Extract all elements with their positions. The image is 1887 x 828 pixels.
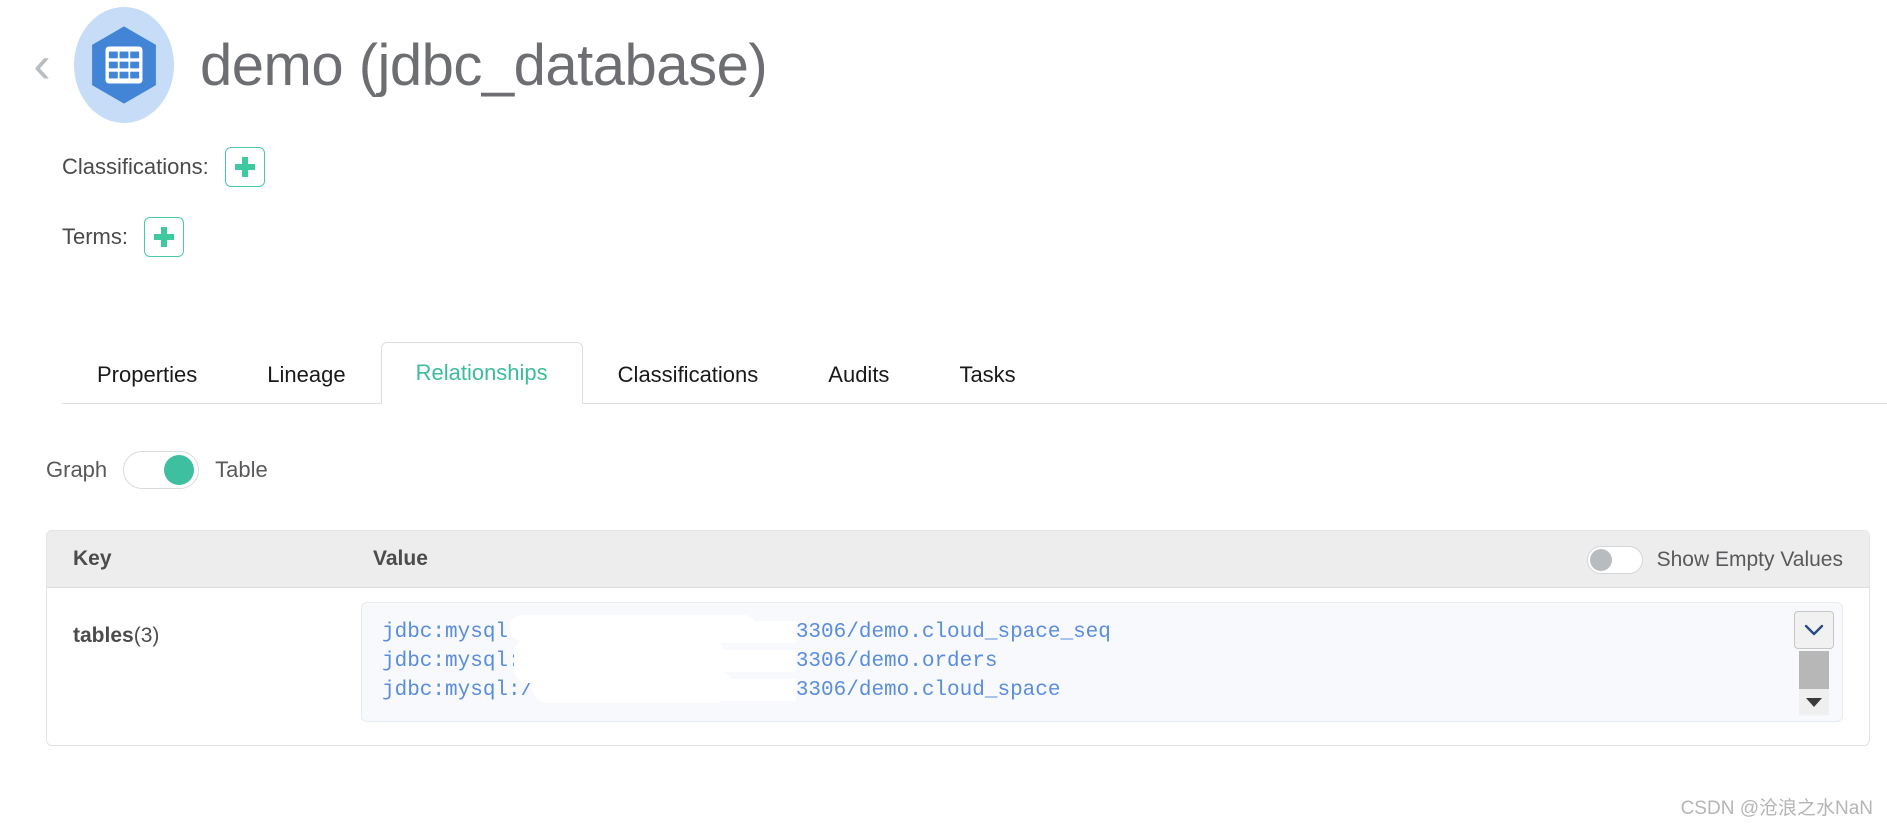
- tab-lineage[interactable]: Lineage: [232, 345, 380, 403]
- plus-icon: [234, 157, 255, 177]
- table-row: tables(3) jdbc:mysql:// 3306/demo.cloud_s…: [46, 588, 1870, 746]
- graph-table-switch: Graph Table: [46, 448, 268, 492]
- list-item[interactable]: jdbc:mysql:// 3306/demo.cloud_space_seq: [382, 617, 1111, 647]
- entity-icon: [66, 7, 182, 123]
- tab-relationships[interactable]: Relationships: [380, 342, 583, 404]
- link-suffix: 3306/demo.orders: [795, 649, 998, 673]
- show-empty-values-control: Show Empty Values: [1586, 531, 1843, 588]
- redacted-host: [545, 621, 796, 643]
- list-item[interactable]: jdbc:mysql:// 3306/demo.orders: [382, 646, 997, 676]
- watermark: CSDN @沧浪之水NaN: [1680, 798, 1873, 819]
- row-key-tables: tables(3): [73, 624, 159, 648]
- triangle-down-icon: [1806, 697, 1822, 707]
- scrollbar-thumb[interactable]: [1799, 651, 1829, 689]
- graph-view-label[interactable]: Graph: [46, 457, 107, 483]
- redacted-host: [545, 679, 796, 701]
- terms-label: Terms:: [62, 224, 128, 249]
- redacted-host: [545, 650, 796, 672]
- link-prefix: jdbc:mysql://: [382, 649, 546, 673]
- show-empty-values-toggle[interactable]: [1586, 545, 1643, 574]
- link-prefix: jdbc:mysql://: [382, 620, 546, 644]
- column-header-key: Key: [73, 547, 112, 570]
- link-prefix: jdbc:mysql://: [382, 678, 546, 702]
- tab-tasks[interactable]: Tasks: [924, 345, 1050, 403]
- tab-properties[interactable]: Properties: [62, 345, 232, 403]
- row-value-box: jdbc:mysql:// 3306/demo.cloud_space_seq j…: [361, 602, 1843, 722]
- classifications-label: Classifications:: [62, 154, 209, 179]
- scroll-down-button[interactable]: [1799, 689, 1829, 715]
- column-header-value: Value: [373, 547, 428, 570]
- row-key-name: tables: [73, 624, 134, 647]
- link-suffix: 3306/demo.cloud_space: [795, 678, 1061, 702]
- value-scroll-control: [1794, 611, 1834, 715]
- expand-collapse-button[interactable]: [1794, 611, 1834, 649]
- table-view-label[interactable]: Table: [215, 457, 268, 483]
- add-term-button[interactable]: [144, 217, 184, 257]
- tab-audits[interactable]: Audits: [793, 345, 924, 403]
- tab-classifications[interactable]: Classifications: [583, 345, 794, 403]
- chevron-down-icon: [1804, 624, 1824, 635]
- back-chevron-icon[interactable]: ‹: [20, 35, 64, 95]
- entity-tabs: Properties Lineage Relationships Classif…: [62, 342, 1887, 404]
- plus-icon: [154, 227, 174, 247]
- page-title: demo (jdbc_database): [200, 32, 768, 98]
- link-suffix: 3306/demo.cloud_space_seq: [795, 620, 1111, 644]
- view-toggle[interactable]: [123, 451, 200, 489]
- row-key-count: (3): [133, 624, 160, 647]
- database-table-icon: [92, 26, 156, 104]
- scrollbar-track[interactable]: [1799, 651, 1829, 715]
- terms-row: Terms:: [62, 214, 184, 260]
- add-classification-button[interactable]: [224, 147, 265, 187]
- table-header-row: Key Value Show Empty Values: [47, 531, 1869, 588]
- view-toggle-knob: [164, 455, 195, 485]
- entity-detail-page: ‹ demo (jdbc_database) Classifications: …: [0, 0, 1887, 828]
- classifications-row: Classifications:: [62, 144, 265, 190]
- show-empty-values-knob: [1589, 548, 1612, 571]
- page-header: ‹ demo (jdbc_database): [0, 0, 1887, 130]
- list-item[interactable]: jdbc:mysql:// 3306/demo.cloud_space: [382, 675, 1060, 705]
- show-empty-values-label: Show Empty Values: [1656, 547, 1843, 571]
